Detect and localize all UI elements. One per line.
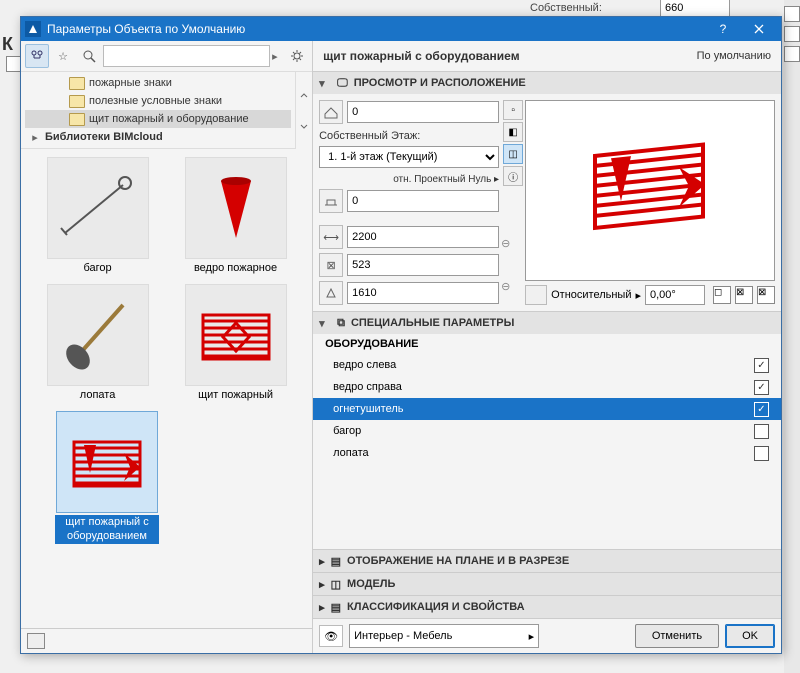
tree-item[interactable]: пожарные знаки [89,77,172,89]
checkbox[interactable] [754,446,769,461]
floor-label: Собственный Этаж: [319,130,499,142]
view-2d-icon[interactable]: ▫ [503,100,523,120]
chevron-right-icon: ▸ [319,601,325,614]
side-icon[interactable] [784,46,800,62]
bg-label: Собственный: [530,2,602,14]
gear-icon[interactable] [286,45,308,67]
flip-y-icon[interactable]: ⊠ [757,286,775,304]
depth-input[interactable] [347,254,499,276]
section-model[interactable]: ▸◫МОДЕЛЬ [313,572,781,595]
object-name: щит пожарный с оборудованием [323,49,519,63]
folder-icon [69,113,85,126]
rotate-icon[interactable] [525,285,547,305]
app-icon [25,21,41,37]
ground-icon[interactable] [319,189,343,213]
chevron-right-icon: ▸ [529,630,535,643]
section-preview[interactable]: ▾ 🖵 ПРОСМОТР И РАСПОЛОЖЕНИЕ [313,72,781,94]
thumb-bagor[interactable]: багор [44,157,152,276]
eye-icon[interactable]: 👁 [319,625,343,647]
side-icon[interactable] [784,6,800,22]
preview-3d[interactable] [525,100,775,281]
angle-input[interactable] [645,285,705,305]
expand-icon[interactable]: ▸ [29,131,41,144]
param-group: ОБОРУДОВАНИЕ [313,334,781,354]
favorites-icon[interactable]: ☆ [51,44,75,68]
chevron-right-icon: ▸ [635,289,641,302]
depth-icon[interactable]: ⊠ [319,253,343,277]
thumb-shield-eq[interactable]: щит пожарный с оборудованием [53,411,161,543]
tag-icon: ▤ [331,601,341,614]
mirror-icon[interactable]: ◻ [713,286,731,304]
flip-x-icon[interactable]: ⊠ [735,286,753,304]
view-plan-icon[interactable]: ◧ [503,122,523,142]
search-icon[interactable] [77,44,101,68]
param-row[interactable]: огнетушитель✓ [313,398,781,420]
search-input[interactable] [103,45,270,67]
settings-pane: щит пожарный с оборудованием По умолчани… [313,41,781,653]
object-settings-dialog: Параметры Объекта по Умолчанию ? ☆ ▸ [20,16,782,654]
side-icon[interactable] [784,26,800,42]
clear-search-icon[interactable]: ▸ [272,50,284,63]
chevron-down-icon: ▾ [319,317,331,330]
thumb-vedro[interactable]: ведро пожарное [182,157,290,276]
library-pane: ☆ ▸ пожарные знаки полезные условные зна… [21,41,313,653]
thumb-shield[interactable]: щит пожарный [182,284,290,403]
thumbnails: багор ведро пожарное лопата щит пожарный [21,149,312,628]
tree-group[interactable]: Библиотеки BIMcloud [45,131,163,143]
params-icon: ⧉ [337,317,345,330]
chevron-right-icon: ▸ [319,578,325,591]
top-input[interactable] [347,101,499,123]
view-info-icon[interactable]: ⓘ [503,166,523,186]
section-classif[interactable]: ▸▤КЛАССИФИКАЦИЯ И СВОЙСТВА [313,595,781,618]
checkbox[interactable] [754,424,769,439]
bg-letter: К [2,34,13,55]
section-display[interactable]: ▸▤ОТОБРАЖЕНИЕ НА ПЛАНЕ И В РАЗРЕЗЕ [313,549,781,572]
titlebar: Параметры Объекта по Умолчанию ? [21,17,781,41]
ok-button[interactable]: OK [725,624,775,648]
param-row[interactable]: багор [313,420,781,442]
floor-select[interactable]: 1. 1-й этаж (Текущий) [319,146,499,168]
plan-icon: ▤ [331,555,341,568]
browse-mode-icon[interactable] [25,44,49,68]
width-icon[interactable]: ⟷ [319,225,343,249]
proj-null-label: отн. Проектный Нуль [393,174,491,185]
angle-label: Относительный [551,289,631,301]
height-icon[interactable] [319,281,343,305]
param-row[interactable]: ведро слева✓ [313,354,781,376]
checkbox[interactable]: ✓ [754,402,769,417]
height-input[interactable] [347,282,499,304]
tree-item[interactable]: полезные условные знаки [89,95,222,107]
thumb-lopata[interactable]: лопата [44,284,152,403]
folder-icon [69,77,85,90]
top-pos-icon[interactable] [319,100,343,124]
help-button[interactable]: ? [705,17,741,41]
tree-scroll[interactable] [295,72,312,149]
z-input[interactable] [347,190,499,212]
folder-icon [69,95,85,108]
default-link[interactable]: По умолчанию [697,50,771,62]
monitor-icon: 🖵 [337,77,348,90]
checkbox[interactable]: ✓ [754,358,769,373]
folder-tree[interactable]: пожарные знаки полезные условные знаки щ… [21,72,295,149]
param-row[interactable]: лопата [313,442,781,464]
view-3d-icon[interactable]: ◫ [503,144,523,164]
dialog-title: Параметры Объекта по Умолчанию [47,22,705,36]
section-special[interactable]: ▾ ⧉ СПЕЦИАЛЬНЫЕ ПАРАМЕТРЫ [313,312,781,334]
layer-select[interactable]: Интерьер - Мебель▸ [349,624,539,648]
cancel-button[interactable]: Отменить [635,624,719,648]
home-icon[interactable] [27,633,45,649]
close-button[interactable] [741,17,777,41]
tree-item[interactable]: щит пожарный и оборудование [89,113,249,125]
width-input[interactable] [347,226,499,248]
chevron-right-icon: ▸ [319,555,325,568]
checkbox[interactable]: ✓ [754,380,769,395]
param-row[interactable]: ведро справа✓ [313,376,781,398]
chevron-down-icon: ▾ [319,77,331,90]
cube-icon: ◫ [331,578,341,591]
